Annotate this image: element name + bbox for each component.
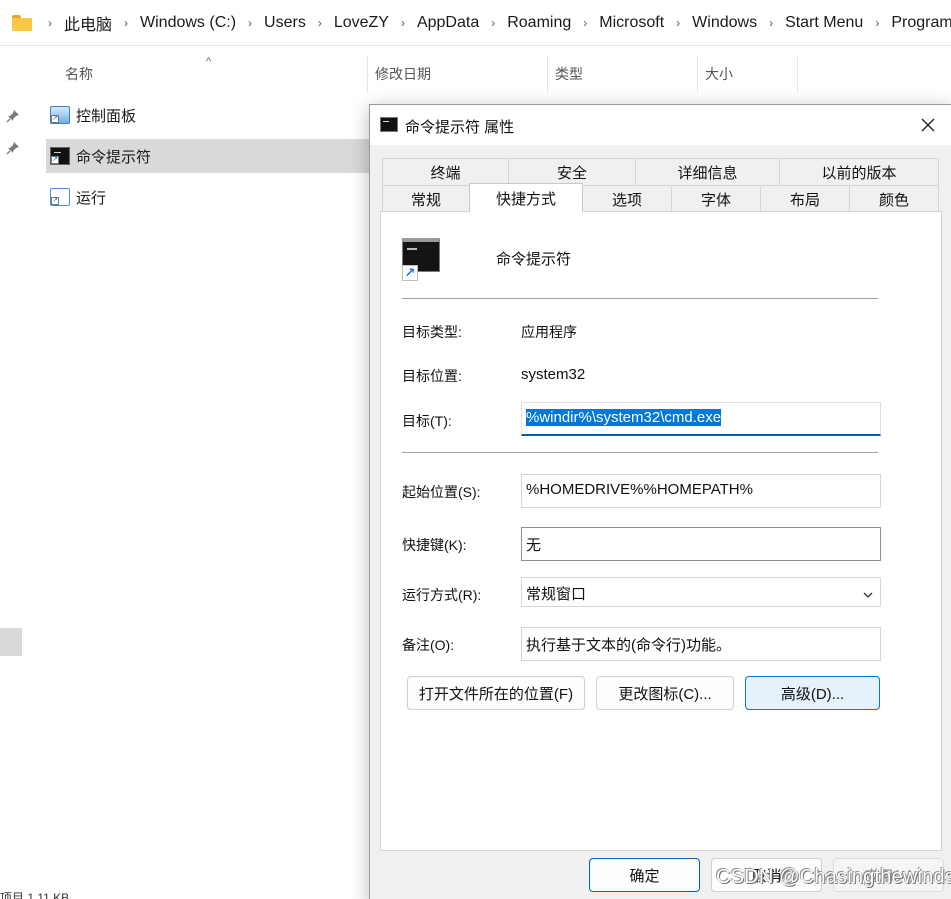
file-name: 命令提示符	[76, 148, 152, 166]
column-modified[interactable]: 修改日期	[375, 56, 431, 92]
column-type[interactable]: 类型	[555, 56, 583, 92]
file-name: 运行	[76, 189, 107, 207]
breadcrumb-item[interactable]: › AppData	[389, 14, 479, 32]
run-icon: ↗	[50, 188, 70, 206]
tab-font[interactable]: 字体	[671, 185, 761, 212]
tab-previous-versions[interactable]: 以前的版本	[779, 158, 939, 185]
hotkey-label: 快捷键(K):	[402, 537, 467, 553]
chevron-right-icon: ›	[875, 15, 880, 30]
breadcrumb-this-pc[interactable]: 此电脑	[64, 11, 112, 35]
run-select[interactable]: 常规窗口	[521, 577, 881, 607]
column-divider[interactable]	[797, 56, 798, 92]
nav-pane-scroll-thumb[interactable]	[0, 628, 22, 656]
column-headers: 名称 修改日期 类型 大小	[0, 56, 951, 92]
file-name: 控制面板	[76, 107, 137, 125]
tab-details[interactable]: 详细信息	[635, 158, 780, 185]
list-item[interactable]: ↗ 命令提示符	[46, 139, 376, 173]
tab-shortcut[interactable]: 快捷方式	[469, 183, 583, 212]
column-divider[interactable]	[697, 56, 698, 92]
breadcrumb-item[interactable]: › LoveZY	[306, 14, 389, 32]
breadcrumb-item[interactable]: › Windows (C:)	[112, 14, 236, 32]
tab-layout[interactable]: 布局	[760, 185, 850, 212]
target-location-value: system32	[521, 366, 586, 383]
sort-ascending-icon: ^	[206, 56, 212, 68]
breadcrumb-programs[interactable]: Programs	[891, 14, 951, 32]
status-bar-text: 项目 1.11 KB	[0, 891, 70, 899]
target-type-label: 目标类型:	[402, 324, 462, 340]
list-item[interactable]: ↗ 控制面板	[46, 98, 376, 132]
pin-icon[interactable]	[6, 141, 20, 155]
chevron-right-icon: ›	[491, 15, 496, 30]
tab-general[interactable]: 常规	[382, 185, 470, 212]
tab-security[interactable]: 安全	[508, 158, 636, 185]
comment-input[interactable]: 执行基于文本的(命令行)功能。	[521, 627, 881, 661]
chevron-right-icon: ›	[317, 15, 322, 30]
chevron-right-icon: ›	[248, 15, 253, 30]
start-in-input[interactable]: %HOMEDRIVE%%HOMEPATH%	[521, 474, 881, 508]
tab-row-front: 常规 快捷方式 选项 字体 布局 颜色	[382, 183, 939, 212]
target-label: 目标(T):	[402, 413, 452, 429]
start-in-label: 起始位置(S):	[402, 484, 481, 500]
cmd-window-icon	[380, 117, 398, 132]
comment-label: 备注(O):	[402, 637, 455, 653]
chevron-right-icon: ›	[400, 15, 405, 30]
target-type-value: 应用程序	[521, 324, 577, 340]
column-divider[interactable]	[367, 56, 368, 92]
breadcrumb-microsoft[interactable]: Microsoft	[599, 14, 664, 32]
target-input[interactable]: %windir%\system32\cmd.exe	[521, 402, 881, 436]
chevron-down-icon[interactable]	[862, 588, 874, 600]
address-bar[interactable]: › 此电脑 › Windows (C:) › Users › LoveZY › AppDa…	[0, 0, 951, 46]
change-icon-button[interactable]: 更改图标(C)...	[596, 676, 734, 710]
control-panel-icon: ↗	[50, 106, 70, 124]
breadcrumb-item[interactable]: › 此电脑	[42, 11, 112, 35]
shortcut-tab-panel: ↗ 命令提示符 目标类型: 应用程序 目标位置: system32 目标(T):…	[380, 211, 942, 851]
folder-icon	[12, 14, 32, 31]
breadcrumb-drive[interactable]: Windows (C:)	[140, 14, 236, 32]
close-icon[interactable]	[916, 113, 940, 137]
target-input-text: %windir%\system32\cmd.exe	[526, 409, 722, 426]
dialog-titlebar[interactable]: 命令提示符 属性	[370, 105, 951, 145]
breadcrumb-roaming[interactable]: Roaming	[507, 14, 571, 32]
chevron-right-icon: ›	[676, 15, 681, 30]
ok-button[interactable]: 确定	[589, 858, 700, 892]
chevron-right-icon: ›	[769, 15, 774, 30]
cmd-shortcut-icon: ↗	[50, 147, 70, 165]
breadcrumb-item[interactable]: › Roaming	[479, 14, 571, 32]
breadcrumb-appdata[interactable]: AppData	[417, 14, 479, 32]
properties-dialog: 命令提示符 属性 终端 安全 详细信息 以前的版本 常规 快捷方式 选项 字体 …	[369, 104, 951, 899]
breadcrumb-item[interactable]: › Start Menu	[757, 14, 863, 32]
column-divider[interactable]	[547, 56, 548, 92]
breadcrumb-users[interactable]: Users	[264, 14, 306, 32]
breadcrumb-user[interactable]: LoveZY	[334, 14, 389, 32]
tab-options[interactable]: 选项	[582, 185, 672, 212]
divider	[402, 452, 878, 453]
column-name[interactable]: 名称	[65, 56, 93, 92]
run-label: 运行方式(R):	[402, 587, 482, 603]
breadcrumb-item[interactable]: › Users	[236, 14, 306, 32]
breadcrumb-item[interactable]: › Programs	[863, 14, 951, 32]
chevron-right-icon: ›	[583, 15, 588, 30]
divider	[402, 298, 878, 299]
breadcrumb-item[interactable]: › Microsoft	[571, 14, 664, 32]
open-file-location-button[interactable]: 打开文件所在的位置(F)	[407, 676, 585, 710]
chevron-right-icon: ›	[48, 15, 52, 30]
breadcrumb-start-menu[interactable]: Start Menu	[785, 14, 863, 32]
run-select-value: 常规窗口	[526, 586, 587, 603]
watermark: CSDN @Chasingthewinds	[716, 866, 951, 888]
chevron-right-icon: ›	[124, 15, 129, 30]
target-location-label: 目标位置:	[402, 368, 462, 384]
column-size[interactable]: 大小	[705, 56, 733, 92]
tab-colors[interactable]: 颜色	[849, 185, 939, 212]
advanced-button[interactable]: 高级(D)...	[745, 676, 880, 710]
tab-row-back: 终端 安全 详细信息 以前的版本	[382, 158, 939, 185]
pin-icon[interactable]	[6, 109, 20, 123]
breadcrumb-windows[interactable]: Windows	[692, 14, 757, 32]
cmd-shortcut-large-icon: ↗	[402, 238, 440, 281]
dialog-title: 命令提示符 属性	[405, 119, 515, 136]
shortcut-name: 命令提示符	[496, 251, 572, 268]
list-item[interactable]: ↗ 运行	[46, 180, 376, 214]
hotkey-input[interactable]: 无	[521, 527, 881, 561]
breadcrumb-item[interactable]: › Windows	[664, 14, 757, 32]
tab-terminal[interactable]: 终端	[382, 158, 509, 185]
